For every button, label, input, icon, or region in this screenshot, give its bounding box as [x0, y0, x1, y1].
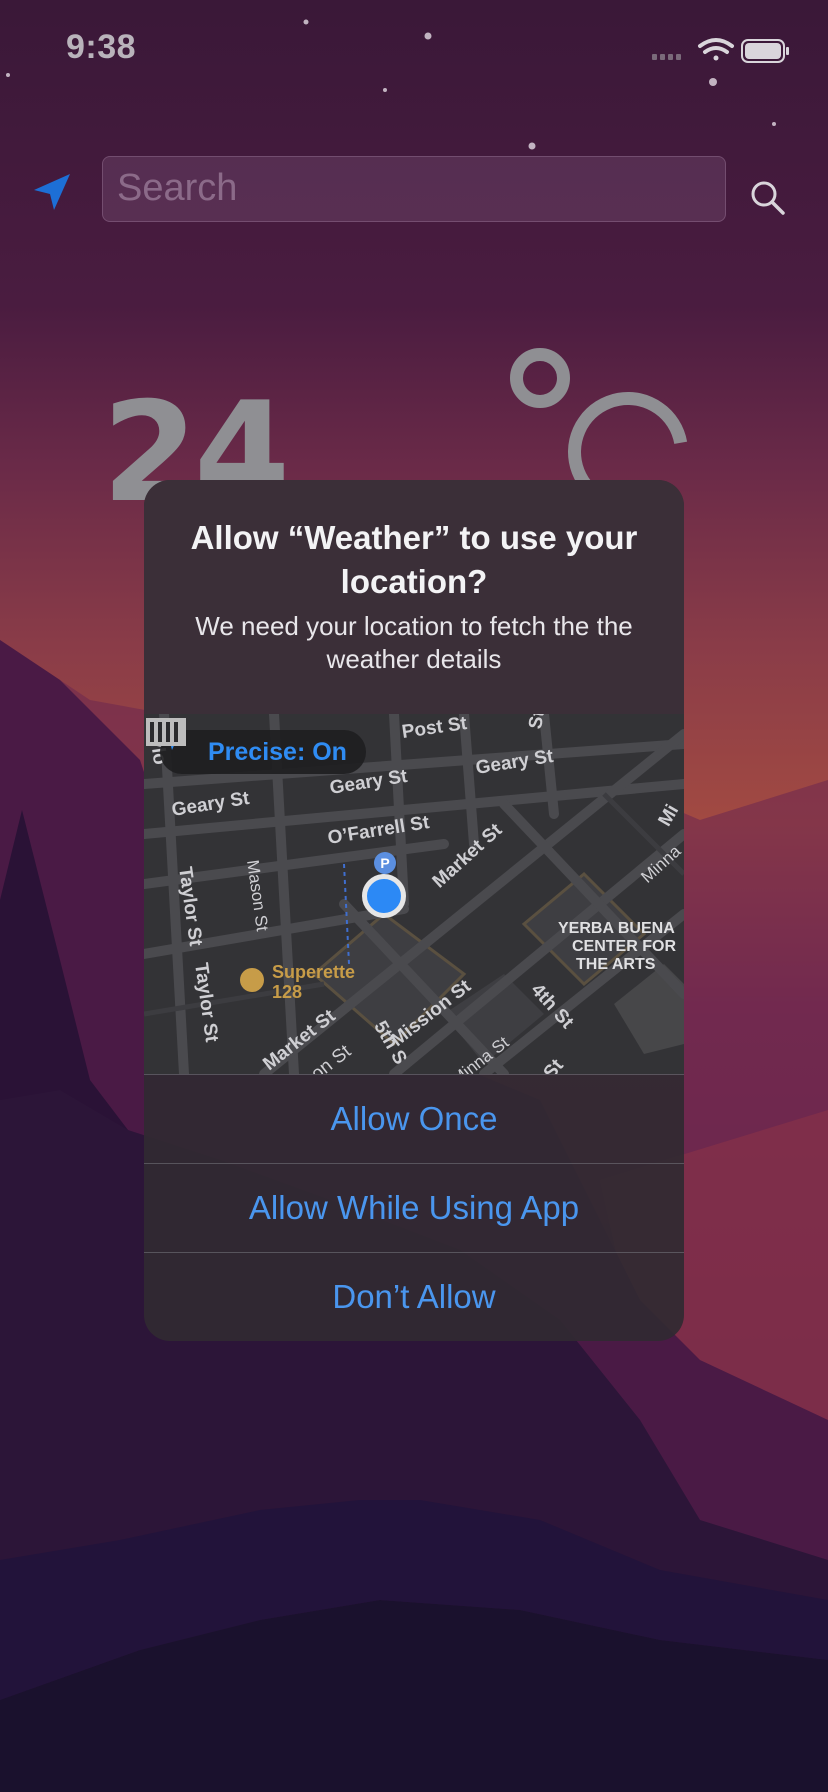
cellular-signal-icon	[652, 54, 681, 60]
location-arrow-icon[interactable]	[30, 170, 74, 214]
dont-allow-button[interactable]: Don’t Allow	[144, 1252, 684, 1341]
museum-icon	[146, 718, 186, 746]
poi-yerba-line3: THE ARTS	[576, 956, 656, 973]
status-time: 9:38	[66, 28, 137, 66]
shopping-cart-icon	[240, 968, 264, 992]
allow-while-using-app-button[interactable]: Allow While Using App	[144, 1163, 684, 1252]
current-location-pin	[362, 874, 406, 918]
search-input[interactable]: Search	[102, 156, 726, 222]
allow-once-button[interactable]: Allow Once	[144, 1074, 684, 1163]
search-icon[interactable]	[748, 178, 788, 218]
location-map[interactable]: Post St Geary St Geary St Geary St O’Far…	[144, 714, 684, 1074]
poi-yerba-line2: CENTER FOR	[572, 938, 676, 955]
poi-superette-number: 128	[272, 982, 303, 1002]
precise-label: Precise: On	[208, 738, 347, 766]
degree-symbol	[510, 348, 570, 408]
parking-marker: P	[374, 852, 396, 874]
alert-title: Allow “Weather” to use your location?	[190, 519, 638, 600]
battery-icon	[741, 39, 789, 63]
poi-yerba-line1: YERBA BUENA	[558, 920, 675, 937]
location-permission-alert: Allow “Weather” to use your location? We…	[144, 480, 684, 1341]
wifi-icon	[698, 38, 734, 61]
poi-superette-name: Superette	[272, 962, 356, 982]
alert-header: Allow “Weather” to use your location? We…	[144, 480, 684, 714]
precise-location-toggle[interactable]: Precise: On	[160, 730, 366, 774]
status-icons	[652, 38, 789, 63]
alert-message: We need your location to fetch the the w…	[195, 611, 633, 674]
